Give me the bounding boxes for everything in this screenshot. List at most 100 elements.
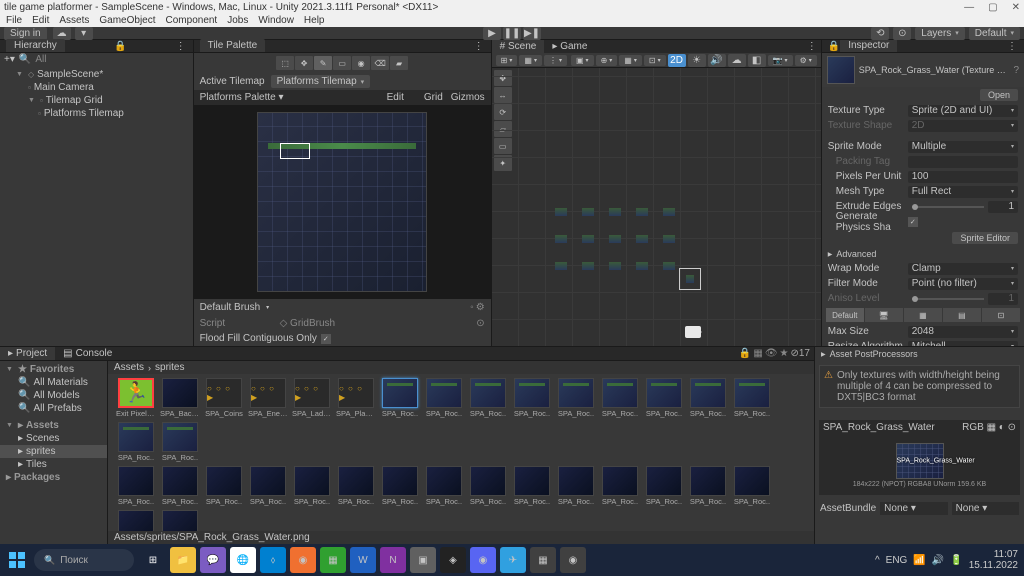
scene-gizmos[interactable]: ⚙ — [795, 55, 817, 66]
assetbundle-dropdown[interactable]: None ▾ — [880, 502, 947, 515]
scene-grid[interactable]: ▦ — [619, 55, 642, 66]
lock-icon[interactable]: 🔒 — [114, 41, 126, 52]
scene-tab[interactable]: # Scene — [492, 40, 545, 53]
app-explorer[interactable]: 📁 — [170, 547, 196, 573]
wrap-dropdown[interactable]: Clamp — [908, 263, 1018, 275]
eraser-tool[interactable]: ⌫ — [371, 56, 389, 70]
game-tab[interactable]: ▸ Game — [544, 40, 595, 53]
fav-materials[interactable]: 🔍 All Materials — [0, 376, 107, 389]
project-tab[interactable]: ▸ Project — [0, 347, 55, 360]
asset-item[interactable]: SPA_Backg.. — [160, 378, 200, 418]
app-chrome[interactable]: 🌐 — [230, 547, 256, 573]
scene-item[interactable]: SampleScene* — [0, 68, 193, 81]
gizmos-toggle[interactable]: Gizmos — [451, 92, 485, 103]
tray-wifi-icon[interactable]: 📶 — [913, 555, 925, 566]
scene-light-icon[interactable]: ☀ — [688, 54, 706, 67]
scene-fx-icon[interactable]: ☁ — [728, 54, 746, 67]
target-icon[interactable]: ⊙ — [476, 318, 484, 329]
postprocessors-section[interactable]: Asset PostProcessors — [815, 347, 1024, 361]
options-icon[interactable]: ⋮ — [1007, 41, 1018, 52]
scene-tool-1[interactable]: ⊞ — [496, 55, 518, 66]
rgb-toggle[interactable]: RGB — [962, 422, 984, 433]
asset-item[interactable]: ○ ○ ○ ▶SPA_Ladder — [292, 378, 332, 418]
minimize-icon[interactable]: — — [964, 2, 974, 13]
grid-toggle[interactable]: Grid — [424, 92, 443, 103]
asset-item[interactable]: SPA_Roc.. — [468, 466, 508, 506]
fill-tool[interactable]: ▰ — [390, 56, 408, 70]
tray-battery-icon[interactable]: 🔋 — [950, 555, 962, 566]
app-misc2[interactable]: ◉ — [560, 547, 586, 573]
options-icon[interactable]: ⋮ — [807, 41, 817, 52]
close-icon[interactable]: ✕ — [1012, 2, 1020, 13]
asset-item[interactable]: SPA_Roc.. — [160, 510, 200, 531]
palette-tab[interactable]: Tile Palette — [200, 39, 266, 52]
asset-item[interactable]: SPA_Roc.. — [336, 466, 376, 506]
asset-item[interactable]: SPA_Roc.. — [688, 466, 728, 506]
lock-icon[interactable]: 🔒 — [739, 348, 751, 359]
asset-item[interactable]: ○ ○ ○ ▶SPA_Playa.. — [336, 378, 376, 418]
undo-icon[interactable]: ⟲ — [871, 27, 889, 40]
collapse-icon[interactable]: ◦ — [470, 302, 474, 313]
resize-dropdown[interactable]: Mitchell — [908, 341, 1018, 347]
asset-item[interactable]: SPA_Roc.. — [556, 378, 596, 418]
asset-item[interactable]: SPA_Roc.. — [644, 466, 684, 506]
menu-help[interactable]: Help — [304, 15, 325, 26]
console-tab[interactable]: ▤ Console — [55, 347, 120, 360]
select-tool[interactable]: ⬚ — [276, 56, 294, 70]
filter-dropdown[interactable]: Point (no filter) — [908, 278, 1018, 290]
tray-chevron-icon[interactable]: ^ — [875, 555, 880, 566]
ppu-field[interactable]: 100 — [908, 171, 1018, 183]
options-icon[interactable]: ⋮ — [176, 41, 187, 52]
app-word[interactable]: W — [350, 547, 376, 573]
hierarchy-go-camera[interactable]: Main Camera — [0, 81, 193, 94]
asset-item[interactable]: SPA_Roc.. — [116, 466, 156, 506]
asset-item[interactable]: SPA_Roc.. — [644, 378, 684, 418]
asset-item[interactable]: SPA_Roc.. — [732, 466, 772, 506]
asset-item[interactable]: SPA_Roc.. — [160, 466, 200, 506]
asset-item[interactable]: SPA_Roc.. — [380, 378, 420, 418]
assets-header[interactable]: ▸ Assets — [0, 419, 107, 432]
fav-prefabs[interactable]: 🔍 All Prefabs — [0, 402, 107, 415]
menu-jobs[interactable]: Jobs — [227, 15, 248, 26]
app-store[interactable]: ▣ — [410, 547, 436, 573]
app-unity[interactable]: ◈ — [440, 547, 466, 573]
move-tool[interactable]: ✥ — [295, 56, 313, 70]
scene-snap[interactable]: ⊡ — [644, 55, 666, 66]
packages-header[interactable]: ▸ Packages — [0, 471, 107, 484]
scene-hidden-icon[interactable]: ◧ — [748, 54, 766, 67]
folder-tiles[interactable]: ▸ Tiles — [0, 458, 107, 471]
menu-edit[interactable]: Edit — [32, 15, 49, 26]
asset-item[interactable]: SPA_Roc.. — [292, 466, 332, 506]
app-viber[interactable]: 💬 — [200, 547, 226, 573]
extrude-field[interactable]: 1 — [988, 201, 1018, 213]
taskbar-search[interactable]: 🔍 Поиск — [34, 549, 134, 571]
tray-lang[interactable]: ENG — [886, 555, 908, 566]
meshtype-dropdown[interactable]: Full Rect — [908, 186, 1018, 198]
camera-gizmo-icon[interactable] — [685, 326, 701, 338]
platform-ios-tab[interactable]: ⊡ — [982, 308, 1020, 322]
edit-button[interactable]: Edit — [387, 92, 404, 103]
physics-checkbox[interactable] — [908, 217, 918, 227]
palette-canvas[interactable] — [194, 105, 491, 298]
2d-toggle[interactable]: 2D — [668, 54, 686, 67]
menu-window[interactable]: Window — [258, 15, 294, 26]
asset-item[interactable]: SPA_Roc.. — [116, 422, 156, 462]
menu-gameobject[interactable]: GameObject — [99, 15, 155, 26]
app-discord[interactable]: ◉ — [470, 547, 496, 573]
asset-item[interactable]: SPA_Roc.. — [688, 378, 728, 418]
asset-item[interactable]: SPA_Roc.. — [732, 378, 772, 418]
asset-item[interactable]: SPA_Roc.. — [248, 466, 288, 506]
help-icon[interactable]: ? — [1013, 65, 1019, 76]
scene-global[interactable]: ⊕ — [596, 55, 618, 66]
platform-android-tab[interactable]: ▤ — [943, 308, 981, 322]
menu-component[interactable]: Component — [166, 15, 218, 26]
star-icon[interactable]: ★ — [780, 348, 789, 359]
cloud-icon[interactable]: ☁ — [53, 27, 71, 40]
folder-scenes[interactable]: ▸ Scenes — [0, 432, 107, 445]
hierarchy-go-tilemapgrid[interactable]: Tilemap Grid — [0, 94, 193, 107]
app-onenote[interactable]: N — [380, 547, 406, 573]
app-telegram[interactable]: ✈ — [500, 547, 526, 573]
asset-item[interactable]: SPA_Roc.. — [424, 378, 464, 418]
advanced-section[interactable]: Advanced — [822, 247, 1024, 261]
play-icon[interactable]: ▶ — [483, 27, 501, 40]
